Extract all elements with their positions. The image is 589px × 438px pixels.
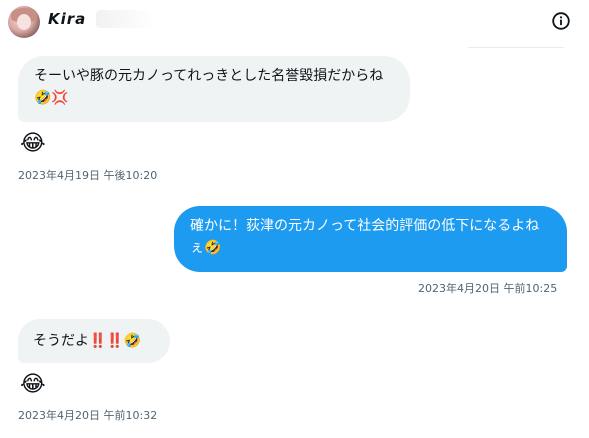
message-text: 確かに！荻津の元カノって社会的評価の低下になるよねぇ🤣 bbox=[190, 218, 540, 256]
info-circle-icon[interactable] bbox=[550, 10, 572, 32]
message-timestamp: 2023年4月20日 午前10:32 bbox=[18, 409, 158, 422]
message-bubble-outgoing[interactable]: 確かに！荻津の元カノって社会的評価の低下になるよねぇ🤣 bbox=[174, 206, 567, 272]
message-text: そーいや豚の元カノってれっきとした名誉毀損だからね🤣💢 bbox=[34, 68, 384, 106]
message-text: そうだよ‼️‼️🤣 bbox=[33, 333, 142, 349]
header-divider bbox=[468, 47, 564, 48]
conversation-header: Kira bbox=[0, 0, 589, 46]
message-bubble-incoming[interactable]: そうだよ‼️‼️🤣 bbox=[18, 319, 170, 363]
contact-name[interactable]: Kira bbox=[48, 10, 86, 28]
message-timestamp: 2023年4月19日 午後10:20 bbox=[18, 169, 158, 182]
avatar-face bbox=[17, 14, 31, 30]
avatar[interactable] bbox=[8, 6, 40, 38]
reaction-emoji[interactable]: 😂 bbox=[20, 131, 46, 157]
name-blur bbox=[96, 10, 156, 28]
reaction-emoji[interactable]: 😂 bbox=[20, 372, 46, 398]
message-timestamp: 2023年4月20日 午前10:25 bbox=[418, 282, 558, 295]
message-bubble-incoming[interactable]: そーいや豚の元カノってれっきとした名誉毀損だからね🤣💢 bbox=[18, 56, 410, 122]
